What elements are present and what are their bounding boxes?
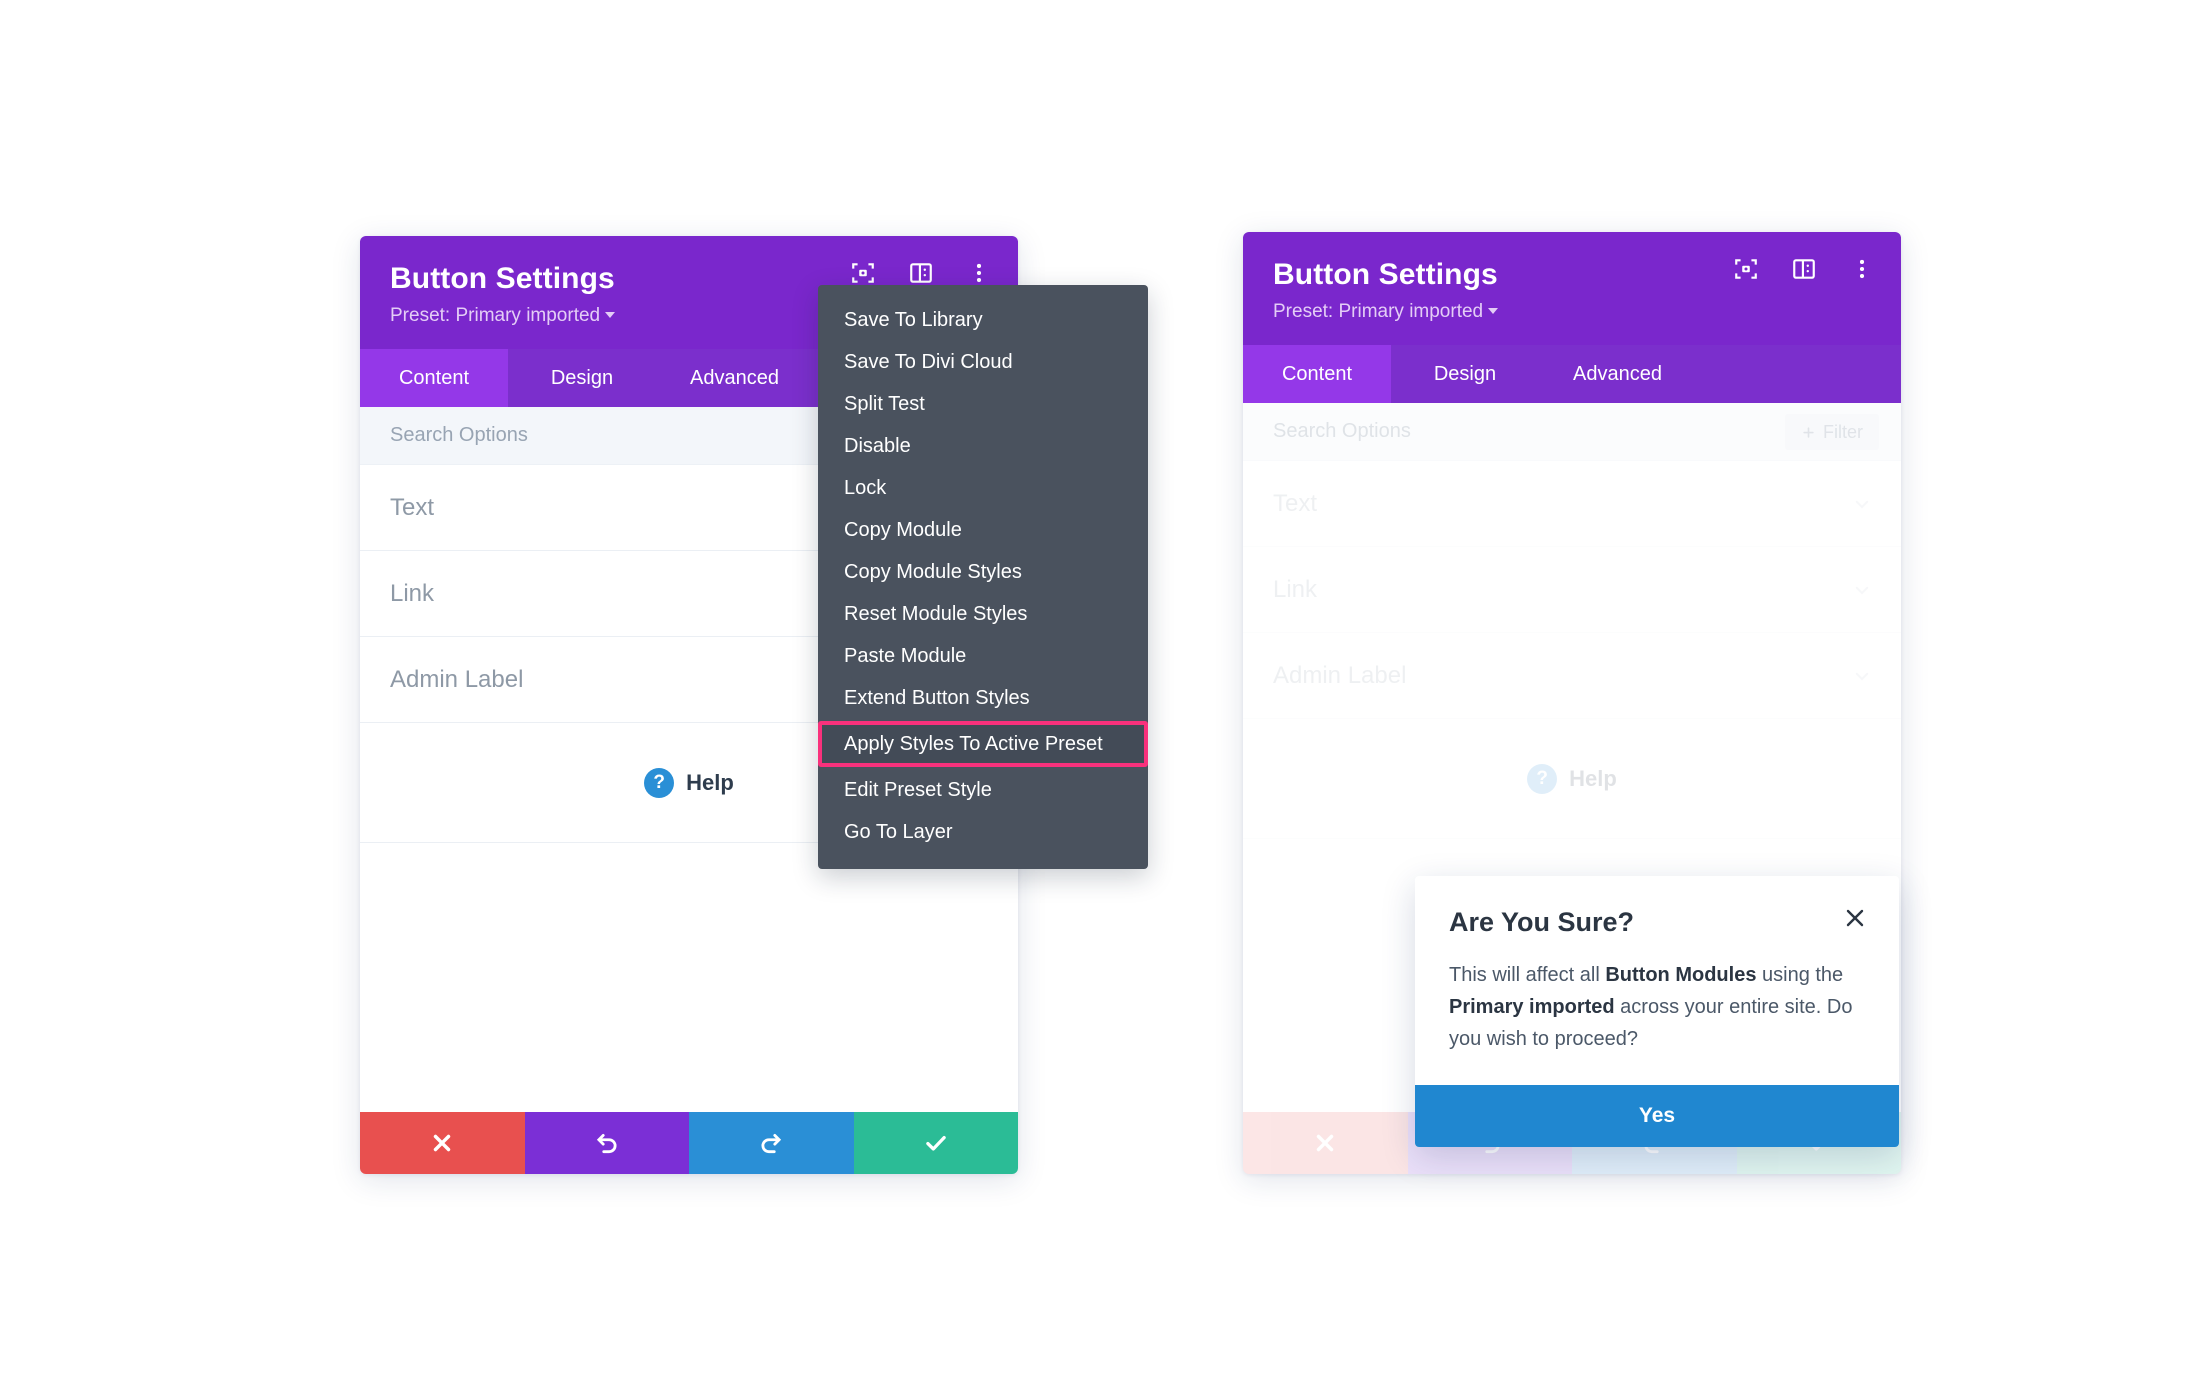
section-label: Text xyxy=(390,493,435,521)
menu-item-copy-module-styles[interactable]: Copy Module Styles xyxy=(818,551,1148,593)
redo-button[interactable] xyxy=(689,1112,854,1174)
section-label: Link xyxy=(1273,575,1318,603)
section-label: Admin Label xyxy=(390,665,524,693)
chevron-down-icon xyxy=(1855,586,1869,595)
redo-icon xyxy=(761,1134,782,1154)
panel-header: Button Settings Preset: Primary imported xyxy=(1243,232,1901,346)
dialog-message-bold2: Primary imported xyxy=(1449,995,1615,1018)
search-options-bar[interactable]: Search Options Filter xyxy=(1243,403,1901,462)
focus-frame-icon[interactable] xyxy=(1733,256,1759,282)
chevron-down-icon xyxy=(1855,500,1869,509)
section-row-admin-label[interactable]: Admin Label xyxy=(1243,633,1901,720)
tab-design[interactable]: Design xyxy=(508,349,656,407)
chevron-down-icon xyxy=(605,311,616,318)
check-icon xyxy=(926,1135,946,1151)
dialog-message: This will affect all Button Modules usin… xyxy=(1449,960,1865,1055)
focus-frame-icon[interactable] xyxy=(850,260,876,286)
tab-advanced[interactable]: Advanced xyxy=(656,349,813,407)
dialog-message-part2: using the xyxy=(1756,964,1844,987)
menu-item-reset-module-styles[interactable]: Reset Module Styles xyxy=(818,593,1148,635)
help-row[interactable]: ? Help xyxy=(1243,719,1901,840)
section-label: Admin Label xyxy=(1273,661,1407,689)
dialog-message-part1: This will affect all xyxy=(1449,964,1606,987)
close-icon xyxy=(434,1134,451,1152)
help-label: Help xyxy=(1569,765,1617,791)
header-icon-group xyxy=(1733,256,1875,282)
menu-item-copy-module[interactable]: Copy Module xyxy=(818,509,1148,551)
three-dot-menu-icon[interactable] xyxy=(966,260,992,286)
cancel-button[interactable] xyxy=(360,1112,525,1174)
menu-item-edit-preset-style[interactable]: Edit Preset Style xyxy=(818,769,1148,811)
menu-item-paste-module[interactable]: Paste Module xyxy=(818,635,1148,677)
panel-action-bar xyxy=(360,1112,1018,1174)
undo-button[interactable] xyxy=(524,1112,689,1174)
search-input[interactable]: Search Options xyxy=(1273,420,1411,443)
question-mark-icon: ? xyxy=(644,767,675,798)
tab-content[interactable]: Content xyxy=(360,349,508,408)
preset-selector[interactable]: Preset: Primary imported xyxy=(1273,301,1871,324)
save-button[interactable] xyxy=(853,1112,1018,1174)
section-row-link[interactable]: Link xyxy=(1243,547,1901,634)
module-context-menu: Save To Library Save To Divi Cloud Split… xyxy=(818,285,1148,869)
close-icon[interactable] xyxy=(1843,906,1867,930)
close-icon xyxy=(1317,1134,1334,1152)
cancel-button[interactable] xyxy=(1243,1112,1408,1174)
dialog-title: Are You Sure? xyxy=(1449,907,1635,937)
chevron-down-icon xyxy=(1855,672,1869,681)
question-mark-icon: ? xyxy=(1527,763,1558,794)
plus-icon xyxy=(1803,427,1814,438)
menu-item-go-to-layer[interactable]: Go To Layer xyxy=(818,811,1148,853)
preset-label: Preset: Primary imported xyxy=(390,304,601,326)
confirm-yes-button[interactable]: Yes xyxy=(1415,1085,1899,1148)
filter-label: Filter xyxy=(1823,421,1863,442)
help-label: Help xyxy=(686,769,734,795)
filter-button[interactable]: Filter xyxy=(1785,414,1879,451)
menu-item-apply-styles-to-active-preset[interactable]: Apply Styles To Active Preset xyxy=(818,721,1148,767)
tab-content[interactable]: Content xyxy=(1243,345,1391,404)
menu-item-disable[interactable]: Disable xyxy=(818,425,1148,467)
header-icon-group xyxy=(850,260,992,286)
layout-panel-icon[interactable] xyxy=(908,260,934,286)
layout-panel-icon[interactable] xyxy=(1791,256,1817,282)
three-dot-menu-icon[interactable] xyxy=(1849,256,1875,282)
chevron-down-icon xyxy=(1488,307,1499,314)
undo-icon xyxy=(596,1134,617,1154)
section-row-text[interactable]: Text xyxy=(1243,461,1901,548)
menu-item-save-to-divi-cloud[interactable]: Save To Divi Cloud xyxy=(818,341,1148,383)
menu-item-save-to-library[interactable]: Save To Library xyxy=(818,299,1148,341)
confirm-dialog: Are You Sure? This will affect all Butto… xyxy=(1415,876,1899,1148)
section-label: Text xyxy=(1273,489,1318,517)
preset-label: Preset: Primary imported xyxy=(1273,300,1484,322)
search-input[interactable]: Search Options xyxy=(390,424,528,447)
menu-item-extend-button-styles[interactable]: Extend Button Styles xyxy=(818,677,1148,719)
tab-design[interactable]: Design xyxy=(1391,345,1539,403)
confirm-dialog-body: Are You Sure? This will affect all Butto… xyxy=(1415,876,1899,1085)
settings-tabs: Content Design Advanced xyxy=(1243,345,1901,404)
section-label: Link xyxy=(390,579,435,607)
menu-item-lock[interactable]: Lock xyxy=(818,467,1148,509)
screenshot-root: Button Settings Preset: Primary imported xyxy=(0,0,2200,1391)
menu-item-split-test[interactable]: Split Test xyxy=(818,383,1148,425)
dialog-message-bold1: Button Modules xyxy=(1605,964,1757,987)
tab-advanced[interactable]: Advanced xyxy=(1539,345,1696,403)
